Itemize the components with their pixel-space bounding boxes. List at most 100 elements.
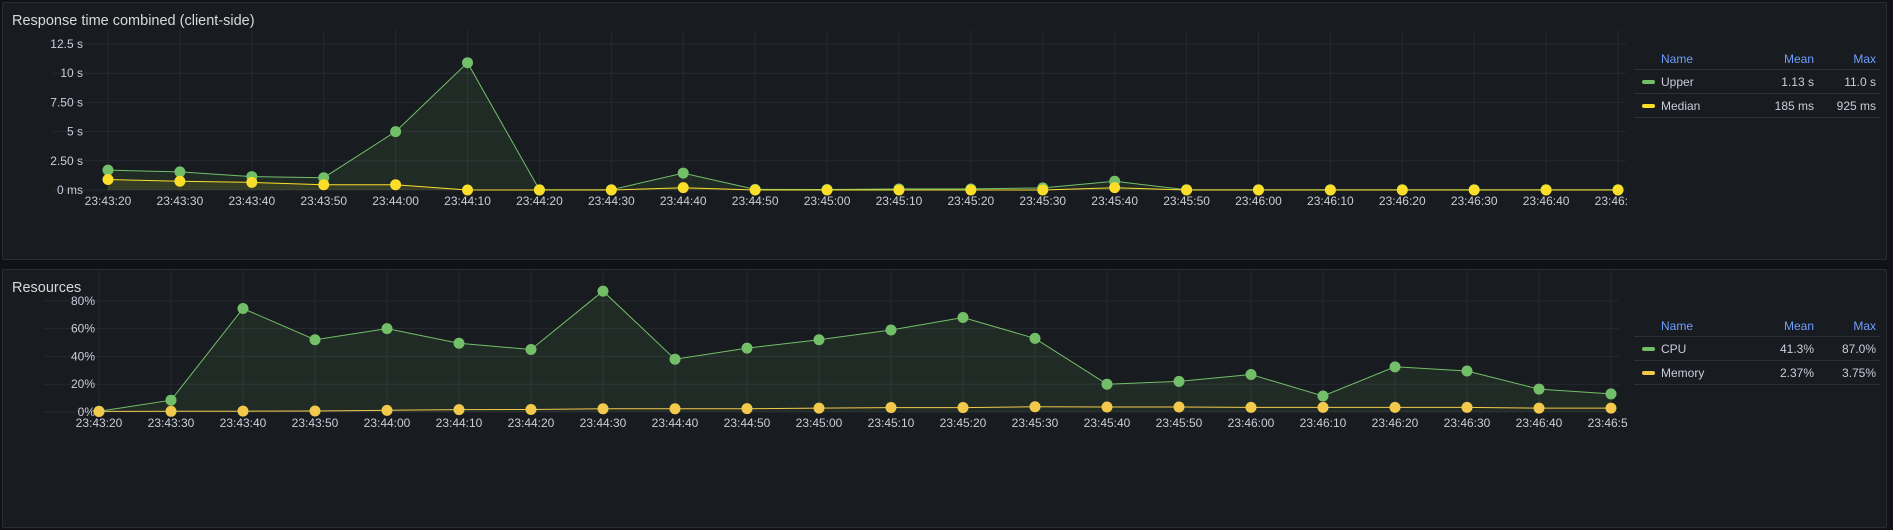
y-tick-label: 60% xyxy=(71,322,95,336)
legend-row-upper[interactable]: Upper 1.13 s 11.0 s xyxy=(1634,70,1880,94)
y-tick-label: 0% xyxy=(78,405,96,419)
x-tick-label: 23:46:40 xyxy=(1516,416,1563,430)
data-point xyxy=(390,179,402,191)
data-point xyxy=(165,405,177,417)
data-point xyxy=(669,353,681,365)
data-point xyxy=(741,403,753,415)
series-color-swatch xyxy=(1642,103,1655,108)
resources-legend: Name Mean Max CPU 41.3% 87.0% Memory 2.3… xyxy=(1634,316,1880,385)
x-tick-label: 23:45:00 xyxy=(804,194,851,208)
legend-row-median[interactable]: Median 185 ms 925 ms xyxy=(1634,94,1880,118)
data-point xyxy=(1109,182,1121,194)
data-point xyxy=(885,324,897,336)
legend-header-name[interactable]: Name xyxy=(1634,52,1744,66)
legend-header-mean[interactable]: Mean xyxy=(1744,52,1814,66)
legend-series-name[interactable]: Upper xyxy=(1661,75,1694,89)
legend-series-name[interactable]: CPU xyxy=(1661,342,1686,356)
response-time-chart[interactable]: 23:43:20 23:43:30 23:43:40 23:43:50 23:44:00… xyxy=(3,3,1628,261)
x-tick-label: 23:44:00 xyxy=(364,416,411,430)
data-point xyxy=(893,184,905,196)
legend-header-max[interactable]: Max xyxy=(1814,319,1880,333)
x-tick-label: 23:44:20 xyxy=(508,416,555,430)
data-point xyxy=(309,334,321,346)
data-point xyxy=(669,403,681,415)
y-tick-label: 10 s xyxy=(60,66,83,80)
data-point xyxy=(1533,383,1545,395)
legend-header-name[interactable]: Name xyxy=(1634,319,1744,333)
resources-chart[interactable]: 23:43:20 23:43:30 23:43:40 23:43:50 23:44:00… xyxy=(3,270,1628,529)
data-point xyxy=(1324,184,1336,196)
x-tick-label: 23:45:10 xyxy=(868,416,915,430)
data-point xyxy=(957,312,969,324)
legend-mean-value: 1.13 s xyxy=(1781,74,1814,89)
x-tick-label: 23:46:30 xyxy=(1451,194,1498,208)
series-color-swatch xyxy=(1642,79,1655,84)
y-tick-label: 5 s xyxy=(67,125,83,139)
y-tick-label: 40% xyxy=(71,349,95,363)
legend-header-max[interactable]: Max xyxy=(1814,52,1880,66)
legend-row-cpu[interactable]: CPU 41.3% 87.0% xyxy=(1634,337,1880,361)
data-point xyxy=(1461,365,1473,377)
x-tick-label: 23:46:10 xyxy=(1300,416,1347,430)
y-tick-label: 20% xyxy=(71,377,95,391)
data-point xyxy=(1037,184,1049,196)
x-tick-label: 23:46:20 xyxy=(1379,194,1426,208)
data-point xyxy=(1029,332,1041,344)
data-point xyxy=(525,343,537,355)
legend-mean-value: 185 ms xyxy=(1774,98,1814,113)
data-point xyxy=(597,285,609,297)
data-point xyxy=(1181,184,1193,196)
x-tick-label: 23:43:50 xyxy=(292,416,339,430)
response-time-panel[interactable]: Response time combined (client-side) 23:… xyxy=(2,2,1887,260)
data-point xyxy=(381,323,393,335)
x-tick-label: 23:45:30 xyxy=(1019,194,1066,208)
data-point xyxy=(677,167,689,179)
legend-series-name[interactable]: Median xyxy=(1661,99,1700,113)
data-point xyxy=(813,334,825,346)
legend-max-value: 11.0 s xyxy=(1844,74,1876,89)
data-point xyxy=(390,126,402,138)
legend-header-mean[interactable]: Mean xyxy=(1744,319,1814,333)
data-point xyxy=(1533,402,1545,414)
data-point xyxy=(1389,401,1401,413)
series-color-swatch xyxy=(1642,370,1655,375)
data-point xyxy=(246,176,258,188)
x-tick-label: 23:46:40 xyxy=(1523,194,1570,208)
x-tick-label: 23:43:50 xyxy=(300,194,347,208)
resources-panel[interactable]: Resources 23:43:20 23:43:30 23:43:40 23:43:… xyxy=(2,269,1887,528)
data-point xyxy=(1101,401,1113,413)
data-point xyxy=(957,402,969,414)
x-tick-label: 23:44:40 xyxy=(652,416,699,430)
x-tick-label: 23:45:40 xyxy=(1084,416,1131,430)
data-point xyxy=(237,405,249,417)
legend-row-memory[interactable]: Memory 2.37% 3.75% xyxy=(1634,361,1880,385)
data-point xyxy=(1317,390,1329,402)
x-tick-label: 23:44:40 xyxy=(660,194,707,208)
data-point xyxy=(102,173,114,185)
x-tick-label: 23:45:30 xyxy=(1012,416,1059,430)
data-point xyxy=(1468,184,1480,196)
x-tick-label: 23:44:20 xyxy=(516,194,563,208)
response-time-legend: Name Mean Max Upper 1.13 s 11.0 s Median… xyxy=(1634,49,1880,118)
data-point xyxy=(605,184,617,196)
x-tick-label: 23:43:30 xyxy=(157,194,204,208)
x-tick-label: 23:45:50 xyxy=(1163,194,1210,208)
x-tick-label: 23:45:20 xyxy=(947,194,994,208)
x-tick-label: 23:43:20 xyxy=(85,194,132,208)
data-point xyxy=(174,175,186,187)
data-point xyxy=(1029,401,1041,413)
x-tick-label: 23:46:50 xyxy=(1595,194,1628,208)
data-point xyxy=(677,182,689,194)
series-line xyxy=(107,61,1618,191)
data-point xyxy=(318,179,330,191)
data-point xyxy=(165,394,177,406)
legend-header: Name Mean Max xyxy=(1634,49,1880,70)
x-tick-label: 23:46:00 xyxy=(1235,194,1282,208)
legend-series-name[interactable]: Memory xyxy=(1661,366,1704,380)
data-point xyxy=(381,404,393,416)
x-tick-label: 23:44:10 xyxy=(444,194,491,208)
x-tick-label: 23:44:10 xyxy=(436,416,483,430)
data-point xyxy=(1173,375,1185,387)
data-point xyxy=(462,184,474,196)
data-point xyxy=(1317,401,1329,413)
